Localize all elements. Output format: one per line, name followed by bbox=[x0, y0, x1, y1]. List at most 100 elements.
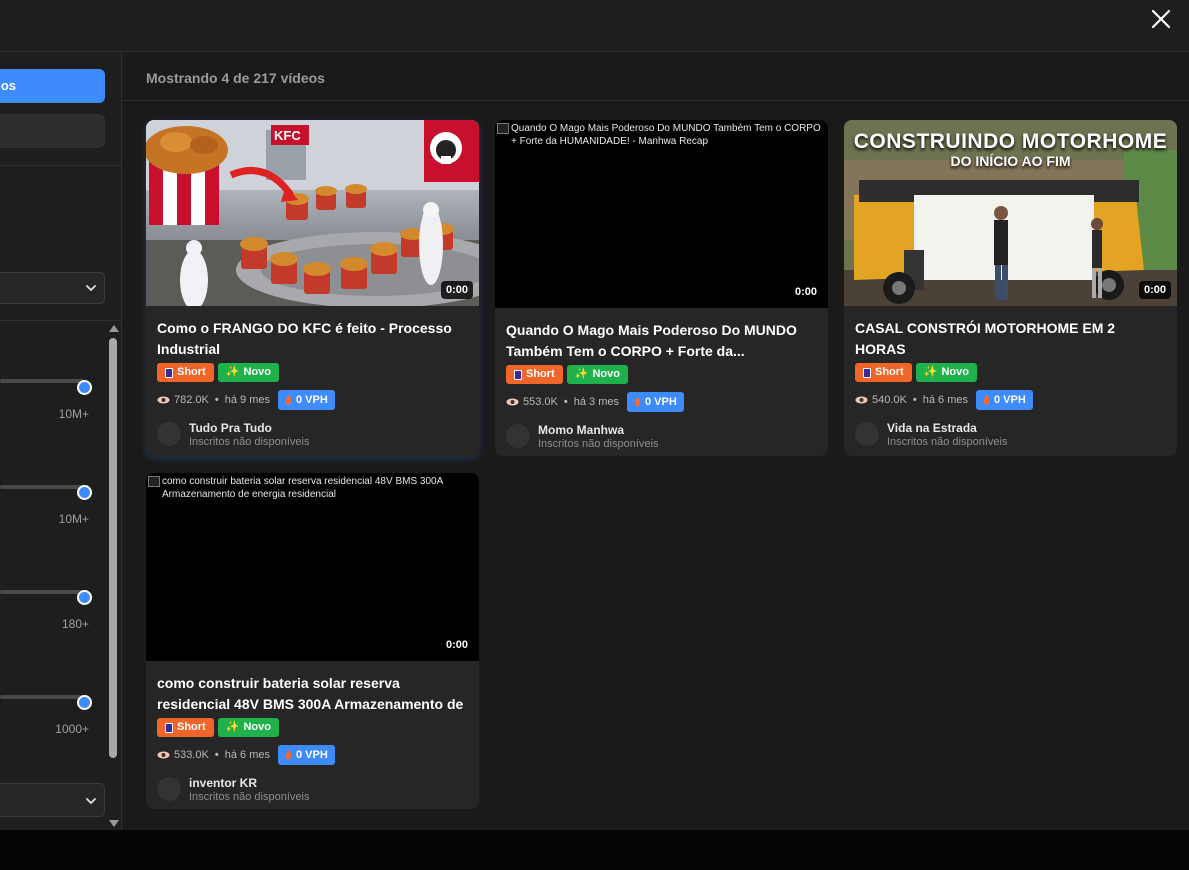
subscriber-count: Inscritos não disponíveis bbox=[538, 438, 659, 450]
video-card[interactable]: KFC 0:00 Como o FRANGO DO KFC é feito - … bbox=[146, 120, 479, 456]
subscribers-slider-thumb[interactable] bbox=[77, 485, 92, 500]
video-thumbnail[interactable]: Quando O Mago Mais Poderoso Do MUNDO Tam… bbox=[495, 120, 828, 308]
video-modal: os 10M+ 10M+ 180+ 1000+ Mostrando 4 de 2… bbox=[0, 0, 1189, 830]
channel-avatar[interactable] bbox=[506, 424, 530, 448]
new-badge: ✨ Novo bbox=[566, 365, 628, 384]
channel-avatar[interactable] bbox=[855, 422, 879, 446]
vph-slider-track[interactable] bbox=[0, 695, 84, 699]
video-age: há 3 mes bbox=[573, 396, 619, 408]
video-title[interactable]: como construir bateria solar reserva res… bbox=[157, 673, 468, 715]
filter-sidebar: os 10M+ 10M+ 180+ 1000+ bbox=[0, 52, 122, 830]
age-slider-thumb[interactable] bbox=[77, 590, 92, 605]
subscribers-slider-label: 10M+ bbox=[58, 512, 89, 526]
video-duration: 0:00 bbox=[789, 283, 822, 301]
sparkle-icon: ✨ bbox=[923, 366, 938, 378]
vph-badge: 0 VPH bbox=[626, 392, 684, 412]
eye-icon bbox=[157, 751, 170, 759]
video-title[interactable]: Como o FRANGO DO KFC é feito - Processo … bbox=[157, 318, 468, 360]
chevron-down-icon bbox=[86, 798, 96, 805]
vph-value: 0 VPH bbox=[644, 396, 677, 408]
vph-value: 0 VPH bbox=[295, 749, 328, 761]
video-title[interactable]: CASAL CONSTRÓI MOTORHOME EM 2 HORAS bbox=[855, 318, 1166, 360]
phone-icon bbox=[514, 369, 522, 380]
age-slider-track[interactable] bbox=[0, 590, 84, 594]
video-thumbnail[interactable]: como construir bateria solar reserva res… bbox=[146, 473, 479, 661]
short-badge: Short bbox=[157, 363, 214, 382]
views-slider-thumb[interactable] bbox=[77, 380, 92, 395]
separator-dot: • bbox=[912, 394, 917, 406]
short-badge: Short bbox=[157, 718, 214, 737]
flame-icon bbox=[285, 395, 292, 405]
flame-icon bbox=[634, 397, 641, 407]
views-slider-label: 10M+ bbox=[58, 407, 89, 421]
subscriber-count: Inscritos não disponíveis bbox=[189, 791, 310, 803]
video-card[interactable]: Quando O Mago Mais Poderoso Do MUNDO Tam… bbox=[495, 120, 828, 456]
phone-icon bbox=[165, 367, 173, 378]
subscriber-count: Inscritos não disponíveis bbox=[189, 436, 310, 448]
channel-name[interactable]: Momo Manhwa bbox=[538, 423, 624, 437]
channel-name[interactable]: inventor KR bbox=[189, 776, 257, 790]
new-badge: ✨ Novo bbox=[217, 363, 279, 382]
sidebar-divider bbox=[0, 320, 121, 321]
view-count: 540.0K bbox=[872, 394, 907, 406]
sparkle-icon: ✨ bbox=[225, 721, 240, 733]
bottom-select[interactable] bbox=[0, 783, 105, 817]
vph-slider-label: 1000+ bbox=[55, 722, 89, 736]
short-badge-label: Short bbox=[875, 366, 904, 378]
video-duration: 0:00 bbox=[440, 636, 473, 654]
sparkle-icon: ✨ bbox=[225, 366, 240, 378]
scroll-up-arrow-icon[interactable] bbox=[109, 325, 119, 332]
thumbnail-alt-text: como construir bateria solar reserva res… bbox=[162, 476, 443, 500]
sort-select[interactable] bbox=[0, 272, 105, 304]
separator-dot: • bbox=[214, 394, 219, 406]
result-count: Mostrando 4 de 217 vídeos bbox=[146, 70, 325, 86]
vph-value: 0 VPH bbox=[993, 394, 1026, 406]
view-count: 782.0K bbox=[174, 394, 209, 406]
thumbnail-subheadline: DO INÍCIO AO FIM bbox=[950, 153, 1071, 169]
video-card[interactable]: CONSTRUINDO MOTORHOME DO INÍCIO AO FIM 0… bbox=[844, 120, 1177, 456]
video-duration: 0:00 bbox=[440, 281, 473, 299]
views-slider-track[interactable] bbox=[0, 379, 84, 383]
video-thumbnail[interactable]: CONSTRUINDO MOTORHOME DO INÍCIO AO FIM 0… bbox=[844, 120, 1177, 306]
channel-avatar[interactable] bbox=[157, 777, 181, 801]
view-count: 553.0K bbox=[523, 396, 558, 408]
scroll-down-arrow-icon[interactable] bbox=[109, 820, 119, 827]
vph-value: 0 VPH bbox=[295, 394, 328, 406]
close-button[interactable] bbox=[1149, 7, 1173, 31]
video-thumbnail[interactable]: KFC 0:00 bbox=[146, 120, 479, 306]
sidebar-scrollbar[interactable] bbox=[108, 322, 119, 830]
primary-filter-button[interactable]: os bbox=[0, 69, 105, 103]
motorhome-thumbnail: CONSTRUINDO MOTORHOME DO INÍCIO AO FIM bbox=[844, 120, 1177, 306]
kfc-thumbnail-art bbox=[146, 120, 479, 306]
subscribers-slider-track[interactable] bbox=[0, 485, 84, 489]
phone-icon bbox=[165, 722, 173, 733]
flame-icon bbox=[983, 395, 990, 405]
kfc-factory-thumbnail: KFC bbox=[146, 120, 479, 306]
video-title[interactable]: Quando O Mago Mais Poderoso Do MUNDO Tam… bbox=[506, 320, 817, 362]
new-badge-label: Novo bbox=[243, 366, 271, 378]
vph-slider-thumb[interactable] bbox=[77, 695, 92, 710]
flame-icon bbox=[285, 750, 292, 760]
channel-name[interactable]: Tudo Pra Tudo bbox=[189, 421, 272, 435]
video-card[interactable]: como construir bateria solar reserva res… bbox=[146, 473, 479, 809]
short-badge-label: Short bbox=[526, 368, 555, 380]
eye-icon bbox=[855, 396, 868, 404]
age-slider-label: 180+ bbox=[61, 617, 89, 631]
channel-name[interactable]: Vida na Estrada bbox=[887, 421, 977, 435]
thumbnail-alt-text: Quando O Mago Mais Poderoso Do MUNDO Tam… bbox=[511, 123, 821, 147]
short-badge-label: Short bbox=[177, 366, 206, 378]
channel-avatar[interactable] bbox=[157, 422, 181, 446]
view-count: 533.0K bbox=[174, 749, 209, 761]
short-badge: Short bbox=[855, 363, 912, 382]
eye-icon bbox=[157, 396, 170, 404]
thumbnail-headline: CONSTRUINDO MOTORHOME bbox=[853, 130, 1168, 153]
scroll-thumb[interactable] bbox=[109, 338, 117, 758]
modal-header bbox=[0, 0, 1189, 52]
secondary-filter-button[interactable] bbox=[0, 114, 105, 148]
close-icon bbox=[1151, 9, 1171, 29]
subscriber-count: Inscritos não disponíveis bbox=[887, 436, 1008, 448]
sidebar-divider bbox=[0, 165, 121, 166]
separator-dot: • bbox=[214, 749, 219, 761]
vph-badge: 0 VPH bbox=[975, 390, 1033, 410]
new-badge-label: Novo bbox=[243, 721, 271, 733]
